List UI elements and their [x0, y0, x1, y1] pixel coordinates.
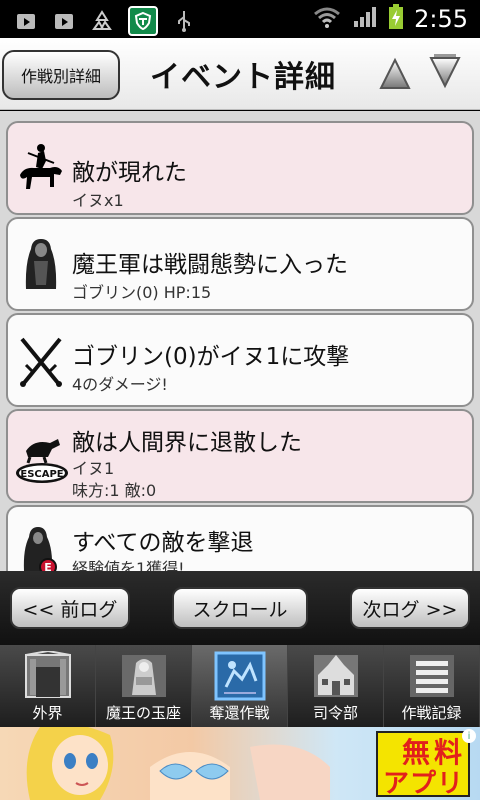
headquarters-icon: [310, 651, 362, 701]
usb-icon: [172, 9, 196, 33]
scroll-button[interactable]: スクロール: [172, 587, 308, 629]
scroll-up-arrow-icon[interactable]: [378, 56, 412, 92]
tab-label: 魔王の玉座: [105, 704, 181, 722]
battery-charging-icon: [388, 4, 404, 34]
event-card[interactable]: E すべての敵を撃退 経験値を1獲得!: [6, 505, 474, 571]
page-title: イベント詳細: [150, 60, 336, 95]
event-detail: 味方:1 敵:0: [72, 481, 157, 500]
ad-banner[interactable]: 無料 アプリ i: [0, 727, 480, 800]
shield-icon: [128, 6, 158, 36]
mode-button[interactable]: 作戦別詳細: [2, 50, 120, 100]
tab-recapture[interactable]: 奪還作戦: [192, 645, 288, 727]
records-icon: [406, 651, 458, 701]
play-store-icon: [14, 9, 38, 33]
gate-icon: [22, 649, 74, 701]
recycle-icon: [90, 9, 114, 33]
prev-log-button[interactable]: << 前ログ: [10, 587, 130, 629]
event-list[interactable]: 敵が現れた イヌx1 魔王軍は戦闘態勢に入った ゴブリン(0) HP:15 ゴブ…: [0, 111, 480, 571]
event-card[interactable]: 魔王軍は戦闘態勢に入った ゴブリン(0) HP:15: [6, 217, 474, 311]
tab-label: 外界: [32, 704, 63, 722]
event-detail: ゴブリン(0) HP:15: [72, 283, 212, 302]
clock: 2:55: [414, 5, 468, 33]
event-detail: 4のダメージ!: [72, 375, 168, 394]
event-card[interactable]: 敵が現れた イヌx1: [6, 121, 474, 215]
signal-icon: [352, 5, 378, 33]
event-card[interactable]: ゴブリン(0)がイヌ1に攻撃 4のダメージ!: [6, 313, 474, 407]
event-detail: イヌ1: [72, 459, 115, 478]
event-card[interactable]: ESCAPE 敵は人間界に退散した イヌ1 味方:1 敵:0: [6, 409, 474, 503]
play-store-icon: [52, 9, 76, 33]
event-title: 敵が現れた: [72, 160, 187, 186]
throne-icon: [118, 651, 170, 701]
header: 作戦別詳細 イベント詳細: [0, 38, 480, 110]
event-title: 魔王軍は戦闘態勢に入った: [72, 252, 348, 278]
scroll-down-arrow-icon[interactable]: [428, 52, 462, 92]
ad-subheadline: アプリ: [382, 769, 464, 799]
wifi-icon: [312, 5, 342, 33]
event-title: ゴブリン(0)がイヌ1に攻撃: [72, 344, 350, 370]
tab-label: 司令部: [312, 704, 358, 722]
tab-bar: 外界 魔王の玉座 奪還作戦 司令部 作戦記録: [0, 645, 480, 727]
status-bar: 2:55: [0, 0, 480, 38]
tab-label: 奪還作戦: [209, 704, 270, 722]
event-detail: イヌx1: [72, 191, 124, 210]
tab-headquarters[interactable]: 司令部: [288, 645, 384, 727]
ad-info-icon[interactable]: i: [462, 729, 476, 743]
recapture-icon: [214, 651, 266, 701]
anime-girl-illustration: [0, 727, 330, 800]
tab-records[interactable]: 作戦記録: [384, 645, 480, 727]
cloaked-figure-icon: [14, 235, 68, 295]
event-title: 敵は人間界に退散した: [72, 430, 302, 456]
tab-label: 作戦記録: [401, 704, 462, 722]
log-navigation-bar: << 前ログ スクロール 次ログ >>: [0, 571, 480, 645]
tab-outside-world[interactable]: 外界: [0, 645, 96, 727]
experience-icon-label: E: [44, 561, 52, 571]
experience-icon: E: [14, 523, 68, 571]
crossed-swords-icon: [14, 331, 68, 391]
escape-icon: ESCAPE: [14, 429, 68, 489]
rider-icon: [14, 141, 68, 201]
escape-icon-label: ESCAPE: [20, 469, 63, 480]
tab-throne[interactable]: 魔王の玉座: [96, 645, 192, 727]
event-title: すべての敵を撃退: [72, 530, 254, 556]
next-log-button[interactable]: 次ログ >>: [350, 587, 470, 629]
event-detail: 経験値を1獲得!: [72, 559, 185, 571]
